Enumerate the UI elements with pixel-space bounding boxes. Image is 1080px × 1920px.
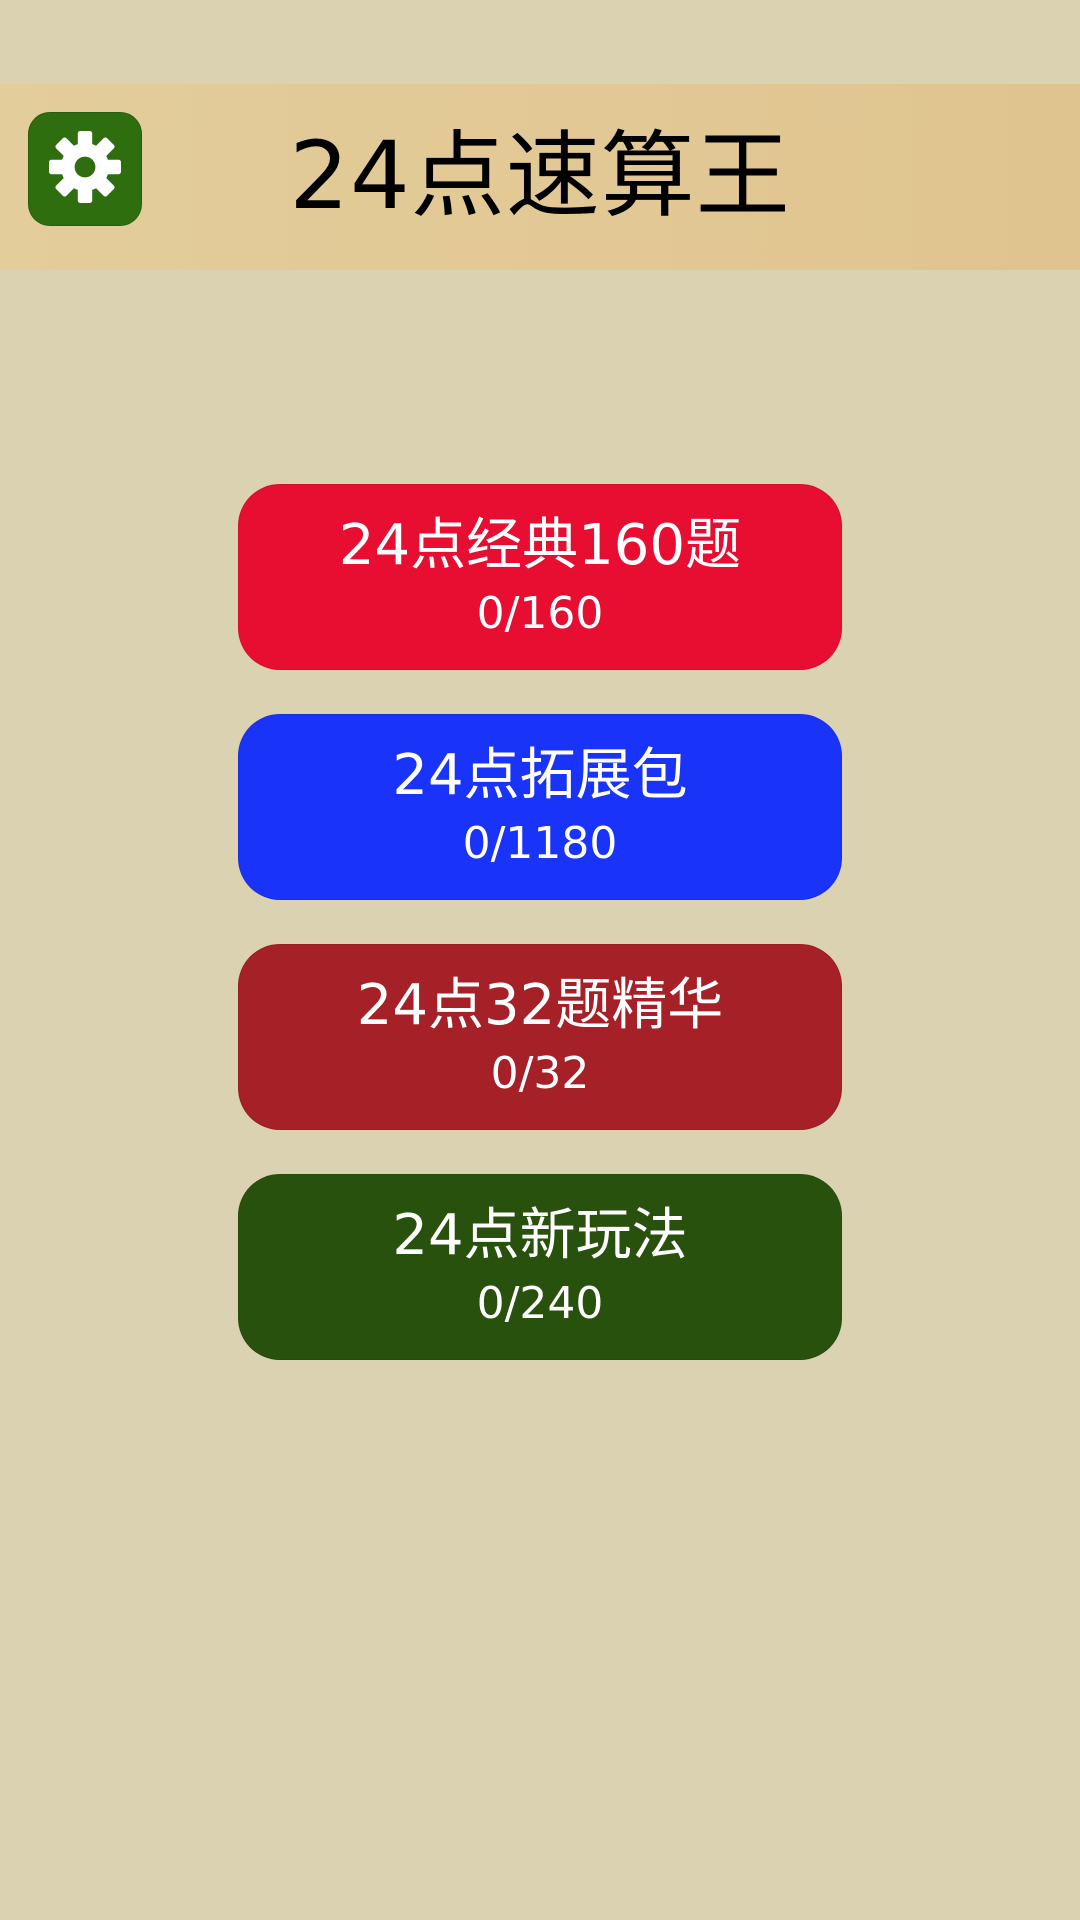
menu-button-label: 24点32题精华 xyxy=(356,973,724,1038)
menu-button-label: 24点新玩法 xyxy=(392,1203,688,1268)
menu-button-new-mode[interactable]: 24点新玩法 0/240 xyxy=(238,1174,842,1360)
app-title: 24点速算王 xyxy=(289,122,791,231)
menu-button-label: 24点拓展包 xyxy=(392,743,688,808)
menu-button-32-essentials[interactable]: 24点32题精华 0/32 xyxy=(238,944,842,1130)
menu-button-progress: 0/32 xyxy=(490,1048,590,1099)
menu-button-classic-160[interactable]: 24点经典160题 0/160 xyxy=(238,484,842,670)
menu-button-progress: 0/1180 xyxy=(462,818,618,869)
menu-button-progress: 0/160 xyxy=(476,588,604,639)
level-menu: 24点经典160题 0/160 24点拓展包 0/1180 24点32题精华 0… xyxy=(238,484,842,1404)
menu-button-label: 24点经典160题 xyxy=(338,513,742,578)
menu-button-progress: 0/240 xyxy=(476,1278,604,1329)
app-header: 24点速算王 xyxy=(0,84,1080,270)
menu-button-expansion-pack[interactable]: 24点拓展包 0/1180 xyxy=(238,714,842,900)
